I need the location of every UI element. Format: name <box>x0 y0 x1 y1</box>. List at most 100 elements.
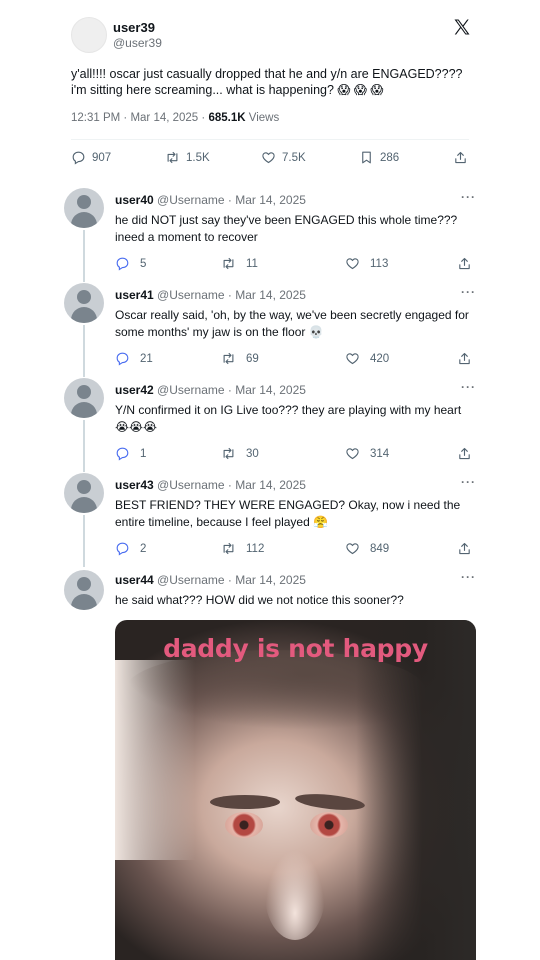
retweet-button[interactable]: 69 <box>221 351 259 366</box>
reply-meta: @Username · Mar 14, 2025 <box>153 193 306 207</box>
reply-username[interactable]: user42 <box>115 383 154 397</box>
share-icon <box>459 257 470 270</box>
reply-button[interactable]: 21 <box>115 351 153 366</box>
reply-button[interactable]: 1 <box>115 446 146 461</box>
reply-button[interactable]: 907 <box>71 150 111 165</box>
avatar[interactable] <box>71 17 107 53</box>
reply-username[interactable]: user44 <box>115 573 154 587</box>
reply-username[interactable]: user40 <box>115 193 154 207</box>
reply-actions: 5 11 113 <box>0 256 540 276</box>
reply-button[interactable]: 2 <box>115 541 146 556</box>
reply-text: he did NOT just say they've been ENGAGED… <box>115 213 458 244</box>
meme-image[interactable]: daddy is not happy <box>115 620 476 960</box>
avatar[interactable] <box>64 283 104 323</box>
reply-meta: @Username · Mar 14, 2025 <box>153 288 306 302</box>
tweet-actions: 907 1.5K 7.5K 286 <box>71 140 471 176</box>
views-count: 685.1K <box>208 112 246 124</box>
like-button[interactable]: 420 <box>345 351 389 366</box>
avatar[interactable] <box>64 570 104 610</box>
reply-header: user41 @Username · Mar 14, 2025 <box>115 288 306 303</box>
more-icon[interactable]: ··· <box>461 190 476 204</box>
reply-icon <box>116 352 129 366</box>
like-count: 7.5K <box>282 151 306 164</box>
retweet-count: 112 <box>246 542 265 555</box>
reply-text: he said what??? HOW did we not notice th… <box>115 593 404 607</box>
more-icon[interactable]: ··· <box>461 380 476 394</box>
reply-text: Y/N confirmed it on IG Live too??? they … <box>115 403 462 434</box>
share-button[interactable] <box>457 541 482 556</box>
display-name[interactable]: user39 <box>113 20 162 36</box>
share-icon <box>455 151 466 164</box>
meme-caption: daddy is not happy <box>163 634 428 663</box>
like-count: 420 <box>370 352 390 365</box>
like-button[interactable]: 314 <box>345 446 389 461</box>
avatar[interactable] <box>64 188 104 228</box>
reply-count: 2 <box>140 542 147 555</box>
retweet-count: 11 <box>246 257 258 270</box>
reply-actions: 2 112 849 <box>0 541 540 561</box>
reply-tweet[interactable]: user44 @Username · Mar 14, 2025 ··· he s… <box>0 570 540 620</box>
meme-eye <box>310 812 348 838</box>
reply-tweet[interactable]: user40 @Username · Mar 14, 2025 ··· he d… <box>0 188 540 280</box>
retweet-button[interactable]: 112 <box>221 541 264 556</box>
reply-count: 21 <box>140 352 153 365</box>
reply-actions: 1 30 314 <box>0 446 540 466</box>
avatar[interactable] <box>64 473 104 513</box>
reply-username[interactable]: user43 <box>115 478 154 492</box>
reply-count: 907 <box>92 151 112 164</box>
meme-brow <box>294 791 366 813</box>
like-count: 849 <box>370 542 390 555</box>
heart-icon <box>346 258 359 270</box>
views-label: Views <box>245 112 280 124</box>
handle[interactable]: @user39 <box>113 36 162 51</box>
reply-tweet[interactable]: user41 @Username · Mar 14, 2025 ··· Osca… <box>0 283 540 375</box>
reply-count: 1 <box>140 447 147 460</box>
avatar[interactable] <box>64 378 104 418</box>
retweet-count: 30 <box>246 447 259 460</box>
heart-icon <box>346 448 359 460</box>
retweet-icon <box>223 257 234 270</box>
reply-text: BEST FRIEND? THEY WERE ENGAGED? Okay, no… <box>115 498 461 529</box>
retweet-button[interactable]: 30 <box>221 446 259 461</box>
meme-brow <box>210 795 280 809</box>
reply-tweet[interactable]: user43 @Username · Mar 14, 2025 ··· BEST… <box>0 473 540 565</box>
share-button[interactable] <box>457 351 482 366</box>
more-icon[interactable]: ··· <box>461 285 476 299</box>
like-button[interactable]: 113 <box>345 256 388 271</box>
reply-meta: @Username · Mar 14, 2025 <box>153 383 306 397</box>
reply-icon <box>116 257 129 271</box>
retweet-count: 1.5K <box>186 151 210 164</box>
reply-count: 5 <box>140 257 147 270</box>
reply-actions: 21 69 420 <box>0 351 540 371</box>
retweet-icon <box>223 352 234 365</box>
retweet-button[interactable]: 11 <box>221 256 258 271</box>
x-logo-icon[interactable] <box>453 18 471 36</box>
reply-tweet[interactable]: user42 @Username · Mar 14, 2025 ··· Y/N … <box>0 378 540 470</box>
reply-button[interactable]: 5 <box>115 256 146 271</box>
reply-meta: @Username · Mar 14, 2025 <box>153 478 306 492</box>
reply-text: Oscar really said, 'oh, by the way, we'v… <box>115 308 469 339</box>
bookmark-button[interactable]: 286 <box>359 150 399 165</box>
share-button[interactable] <box>453 150 474 165</box>
like-count: 314 <box>370 447 390 460</box>
reply-icon <box>116 542 129 556</box>
meme-nose <box>265 850 325 940</box>
retweet-button[interactable]: 1.5K <box>165 150 210 165</box>
reply-header: user44 @Username · Mar 14, 2025 <box>115 573 306 588</box>
retweet-icon <box>223 447 234 460</box>
more-icon[interactable]: ··· <box>461 570 476 584</box>
reply-meta: @Username · Mar 14, 2025 <box>153 573 306 587</box>
more-icon[interactable]: ··· <box>461 475 476 489</box>
reply-username[interactable]: user41 <box>115 288 154 302</box>
retweet-icon <box>167 151 178 164</box>
main-tweet: user39 @user39 y'all!!!! oscar just casu… <box>71 16 471 176</box>
share-button[interactable] <box>457 256 482 271</box>
like-button[interactable]: 849 <box>345 541 389 556</box>
like-button[interactable]: 7.5K <box>261 150 306 165</box>
tweet-time[interactable]: 12:31 PM · Mar 14, 2025 · <box>71 112 208 124</box>
heart-icon <box>346 353 359 365</box>
share-button[interactable] <box>457 446 482 461</box>
bookmark-count: 286 <box>380 151 400 164</box>
tweet-meta: 12:31 PM · Mar 14, 2025 · 685.1K Views <box>71 112 471 128</box>
reply-icon <box>72 151 85 165</box>
